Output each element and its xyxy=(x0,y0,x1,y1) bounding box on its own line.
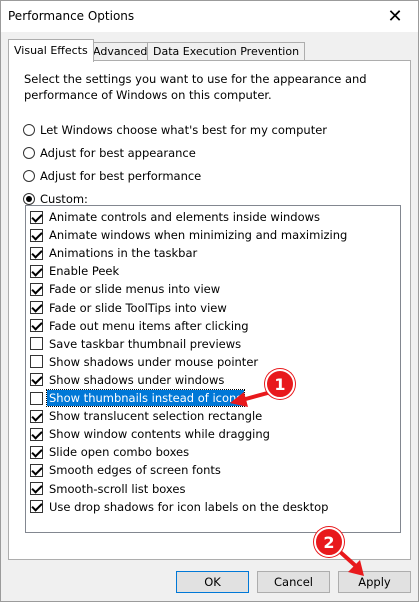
effect-label: Save taskbar thumbnail previews xyxy=(49,336,242,351)
effect-option[interactable]: Fade out menu items after clicking xyxy=(30,317,251,335)
effect-option[interactable]: Show shadows under mouse pointer xyxy=(30,353,260,371)
effect-label: Smooth edges of screen fonts xyxy=(49,463,221,478)
effect-label: Show translucent selection rectangle xyxy=(49,409,263,424)
effect-label: Fade or slide menus into view xyxy=(49,282,221,297)
radio-label: Custom: xyxy=(40,191,88,206)
effect-option[interactable]: Fade or slide ToolTips into view xyxy=(30,299,229,317)
radio-best-appearance[interactable]: Adjust for best appearance xyxy=(23,144,196,161)
effect-label: Animations in the taskbar xyxy=(49,246,198,261)
radio-button[interactable] xyxy=(23,169,35,182)
annotation-badge-1: 1 xyxy=(265,369,295,399)
effect-label: Use drop shadows for icon labels on the … xyxy=(49,499,329,514)
checkbox-checked[interactable] xyxy=(30,463,43,477)
effect-option[interactable]: Show window contents while dragging xyxy=(30,425,272,443)
radio-label: Let Windows choose what's best for my co… xyxy=(40,122,328,137)
effect-label: Enable Peek xyxy=(49,264,120,279)
radio-button[interactable] xyxy=(23,123,35,136)
effect-option[interactable]: Show shadows under windows xyxy=(30,371,226,389)
effect-label: Fade or slide ToolTips into view xyxy=(49,300,227,315)
effect-option[interactable]: Use drop shadows for icon labels on the … xyxy=(30,498,330,516)
radio-let-windows-choose[interactable]: Let Windows choose what's best for my co… xyxy=(23,121,327,138)
tab-visual-effects[interactable]: Visual Effects xyxy=(8,39,94,62)
tab-data-execution-prevention[interactable]: Data Execution Prevention xyxy=(147,42,306,61)
checkbox-checked[interactable] xyxy=(30,282,43,296)
radio-button[interactable] xyxy=(23,146,35,159)
effect-label: Animate windows when minimizing and maxi… xyxy=(49,228,348,243)
visual-effects-list[interactable]: Animate controls and elements inside win… xyxy=(25,205,401,533)
effect-option[interactable]: Animate windows when minimizing and maxi… xyxy=(30,226,349,244)
performance-options-window: Performance Options ✕ Visual Effects Adv… xyxy=(0,0,419,602)
effect-label: Show window contents while dragging xyxy=(49,427,270,442)
effect-option[interactable]: Save taskbar thumbnail previews xyxy=(30,335,243,353)
checkbox-checked[interactable] xyxy=(30,409,43,423)
ok-button[interactable]: OK xyxy=(176,571,249,593)
checkbox-unchecked[interactable] xyxy=(30,355,43,369)
checkbox-checked[interactable] xyxy=(30,373,43,387)
checkbox-checked[interactable] xyxy=(30,301,43,314)
effect-label: Show thumbnails instead of icons xyxy=(45,389,246,407)
radio-label: Adjust for best appearance xyxy=(40,145,196,160)
effect-label: Fade out menu items after clicking xyxy=(49,318,249,333)
checkbox-checked[interactable] xyxy=(30,210,43,224)
annotation-arrow-2 xyxy=(336,548,364,576)
visual-effects-panel: Select the settings you want to use for … xyxy=(8,60,411,560)
effect-option[interactable]: Animations in the taskbar xyxy=(30,244,199,262)
radio-label: Adjust for best performance xyxy=(40,168,202,183)
effect-option[interactable]: Enable Peek xyxy=(30,262,121,280)
window-title: Performance Options xyxy=(8,9,135,23)
checkbox-unchecked[interactable] xyxy=(30,391,43,405)
checkbox-checked[interactable] xyxy=(30,482,43,495)
checkbox-checked[interactable] xyxy=(30,319,43,333)
effect-label: Show shadows under windows xyxy=(49,372,225,387)
annotation-badge-2: 2 xyxy=(314,527,344,557)
effect-option[interactable]: Show thumbnails instead of icons xyxy=(30,389,246,407)
checkbox-unchecked[interactable] xyxy=(30,337,43,351)
checkbox-checked[interactable] xyxy=(30,246,43,260)
checkbox-checked[interactable] xyxy=(30,500,43,514)
effect-option[interactable]: Smooth-scroll list boxes xyxy=(30,480,187,498)
checkbox-checked[interactable] xyxy=(30,445,43,459)
radio-button-selected[interactable] xyxy=(23,192,35,205)
checkbox-checked[interactable] xyxy=(30,427,43,441)
effect-option[interactable]: Slide open combo boxes xyxy=(30,443,191,461)
tab-advanced[interactable]: Advanced xyxy=(87,42,154,61)
effect-option[interactable]: Smooth edges of screen fonts xyxy=(30,461,223,479)
radio-best-performance[interactable]: Adjust for best performance xyxy=(23,167,201,184)
effect-label: Slide open combo boxes xyxy=(49,445,190,460)
title-bar: Performance Options ✕ xyxy=(1,1,418,32)
effect-label: Smooth-scroll list boxes xyxy=(49,481,186,496)
effect-option[interactable]: Fade or slide menus into view xyxy=(30,280,222,298)
panel-description: Select the settings you want to use for … xyxy=(24,72,367,102)
effect-label: Show shadows under mouse pointer xyxy=(49,354,259,369)
close-icon[interactable]: ✕ xyxy=(372,1,418,32)
effect-label: Animate controls and elements inside win… xyxy=(49,210,321,224)
effect-option[interactable]: Animate controls and elements inside win… xyxy=(30,208,322,226)
cancel-button[interactable]: Cancel xyxy=(257,571,330,593)
checkbox-checked[interactable] xyxy=(30,228,43,242)
checkbox-checked[interactable] xyxy=(30,264,43,278)
